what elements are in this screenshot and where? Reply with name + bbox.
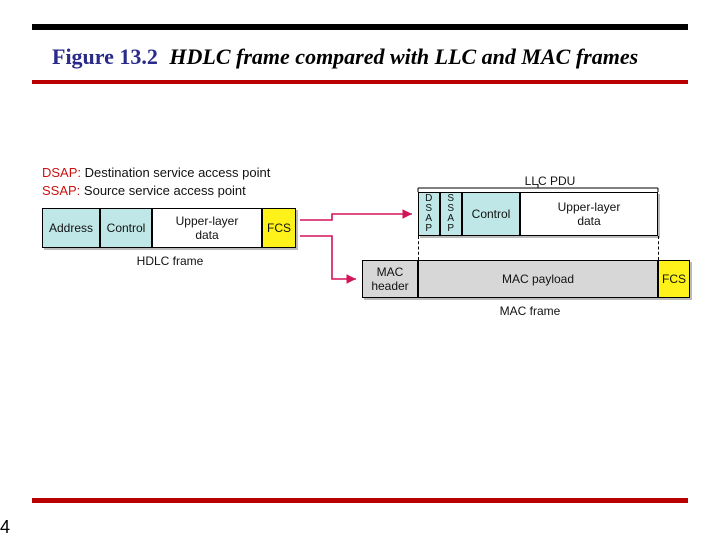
llc-data-field: Upper-layer data [520,192,658,236]
hdlc-fcs-field: FCS [262,208,296,248]
mac-payload-field: MAC payload [418,260,658,298]
mac-frame-label: MAC frame [480,304,580,318]
llc-pdu-label: LLC PDU [510,174,590,188]
llc-control-field: Control [462,192,520,236]
mac-header-field: MAC header [362,260,418,298]
hdlc-frame-label: HDLC frame [120,254,220,268]
bottom-red-rule [32,498,688,503]
dashed-line-right [658,236,659,260]
frames-diagram: Address Control Upper-layer data FCS HDL… [0,0,720,540]
dashed-line-left [418,236,419,260]
hdlc-control-field: Control [100,208,152,248]
mac-fcs-field: FCS [658,260,690,298]
llc-dsap-field: D S A P [418,192,440,236]
hdlc-address-field: Address [42,208,100,248]
llc-ssap-field: S S A P [440,192,462,236]
hdlc-data-field: Upper-layer data [152,208,262,248]
page-number: 4 [0,517,10,538]
